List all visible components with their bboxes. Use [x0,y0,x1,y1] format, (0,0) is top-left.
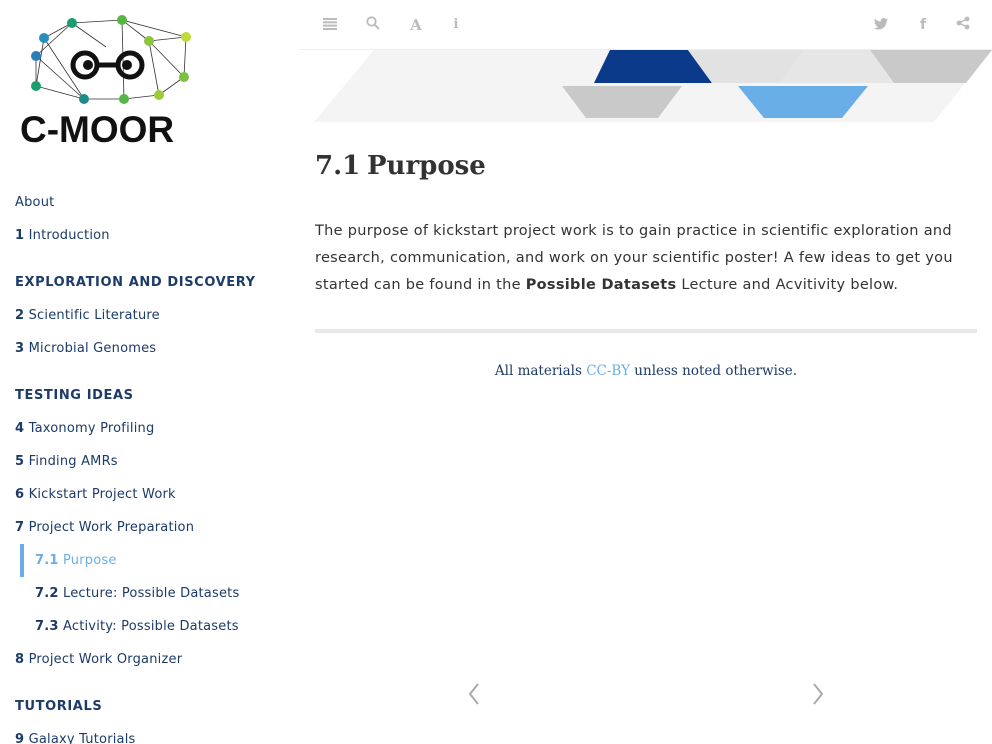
toc-num: 7 [15,520,25,535]
toolbar: A i f [300,0,992,50]
toc-num: 3 [15,341,25,356]
license-note: All materials CC-BY unless noted otherwi… [315,363,977,379]
toc-item-lecture-possible-datasets[interactable]: 7.2 Lecture: Possible Datasets [0,577,300,610]
search-icon[interactable] [363,15,383,35]
toc-label: Introduction [28,228,110,243]
toc-num: 7.2 [35,586,59,601]
toc-part-header: TUTORIALS [15,699,103,714]
toc-item-microbial-genomes[interactable]: 3 Microbial Genomes [0,332,300,365]
toc-num: 4 [15,421,25,436]
facebook-icon[interactable]: f [913,15,933,35]
toc-num: 2 [15,308,25,323]
next-page-icon[interactable] [808,680,828,714]
toc-num: 6 [15,487,25,502]
toc-num: 5 [15,454,25,469]
toc-num: 8 [15,652,25,667]
para-text-after: Lecture and Acvitivity below. [676,277,899,293]
toc-num: 7.3 [35,619,59,634]
toc-item-scientific-literature[interactable]: 2 Scientific Literature [0,299,300,332]
toc-item-about[interactable]: About [0,186,300,219]
toc-item-taxonomy-profiling[interactable]: 4 Taxonomy Profiling [0,412,300,445]
para-bold-datasets: Possible Datasets [525,277,677,293]
toc-item-kickstart-project-work[interactable]: 6 Kickstart Project Work [0,478,300,511]
toc-num: 7.1 [35,553,59,568]
toc-label: Project Work Preparation [28,520,195,535]
toc-part-header: TESTING IDEAS [15,388,134,403]
toc-label: Activity: Possible Datasets [62,619,239,634]
toc-item-project-work-organizer[interactable]: 8 Project Work Organizer [0,643,300,676]
license-prefix: All materials [494,363,587,379]
twitter-icon[interactable] [871,15,891,35]
license-suffix: unless noted otherwise. [630,363,798,379]
toc-item-purpose[interactable]: 7.1 Purpose [0,544,300,577]
toc-item-project-work-preparation[interactable]: 7 Project Work Preparation [0,511,300,544]
cc-by-link[interactable]: CC-BY [586,363,630,379]
toc-label: Finding AMRs [28,454,118,469]
toc-num: 9 [15,732,25,744]
font-settings-icon[interactable]: A [406,15,426,35]
page-title: 7.1 Purpose [315,140,977,192]
toc-label: Taxonomy Profiling [28,421,155,436]
toc-label: Galaxy Tutorials [28,732,136,744]
toc-toggle-icon[interactable] [320,15,340,35]
divider [315,329,977,333]
toc-label: Lecture: Possible Datasets [62,586,240,601]
share-icon[interactable] [953,15,973,35]
logo-text: C-MOOR [20,109,174,150]
active-indicator [20,544,24,577]
toc-num: 1 [15,228,25,243]
toc-part-header: EXPLORATION AND DISCOVERY [15,275,256,290]
section-title-text: Purpose [367,151,486,181]
purpose-paragraph: The purpose of kickstart project work is… [315,218,977,299]
toc-item-galaxy-tutorials[interactable]: 9 Galaxy Tutorials [0,723,300,744]
toc-item-introduction[interactable]: 1 Introduction [0,219,300,252]
previous-page-icon[interactable] [464,680,484,714]
table-of-contents: About 1 Introduction EXPLORATION AND DIS… [0,186,300,744]
toc-label: Purpose [62,553,117,568]
toc-item-finding-amrs[interactable]: 5 Finding AMRs [0,445,300,478]
toc-label: Project Work Organizer [28,652,183,667]
toc-item-activity-possible-datasets[interactable]: 7.3 Activity: Possible Datasets [0,610,300,643]
info-icon[interactable]: i [446,15,466,35]
main-content: 7.1 Purpose The purpose of kickstart proj… [315,140,977,379]
sidebar: C-MOOR About 1 Introduction EXPLORATION … [0,0,300,744]
toc-label: Scientific Literature [28,308,160,323]
c-moor-logo[interactable]: C-MOOR [16,10,208,150]
toc-label: Kickstart Project Work [28,487,176,502]
toc-label: Microbial Genomes [28,341,157,356]
section-number: 7.1 [315,151,361,181]
header-banner [314,50,992,122]
